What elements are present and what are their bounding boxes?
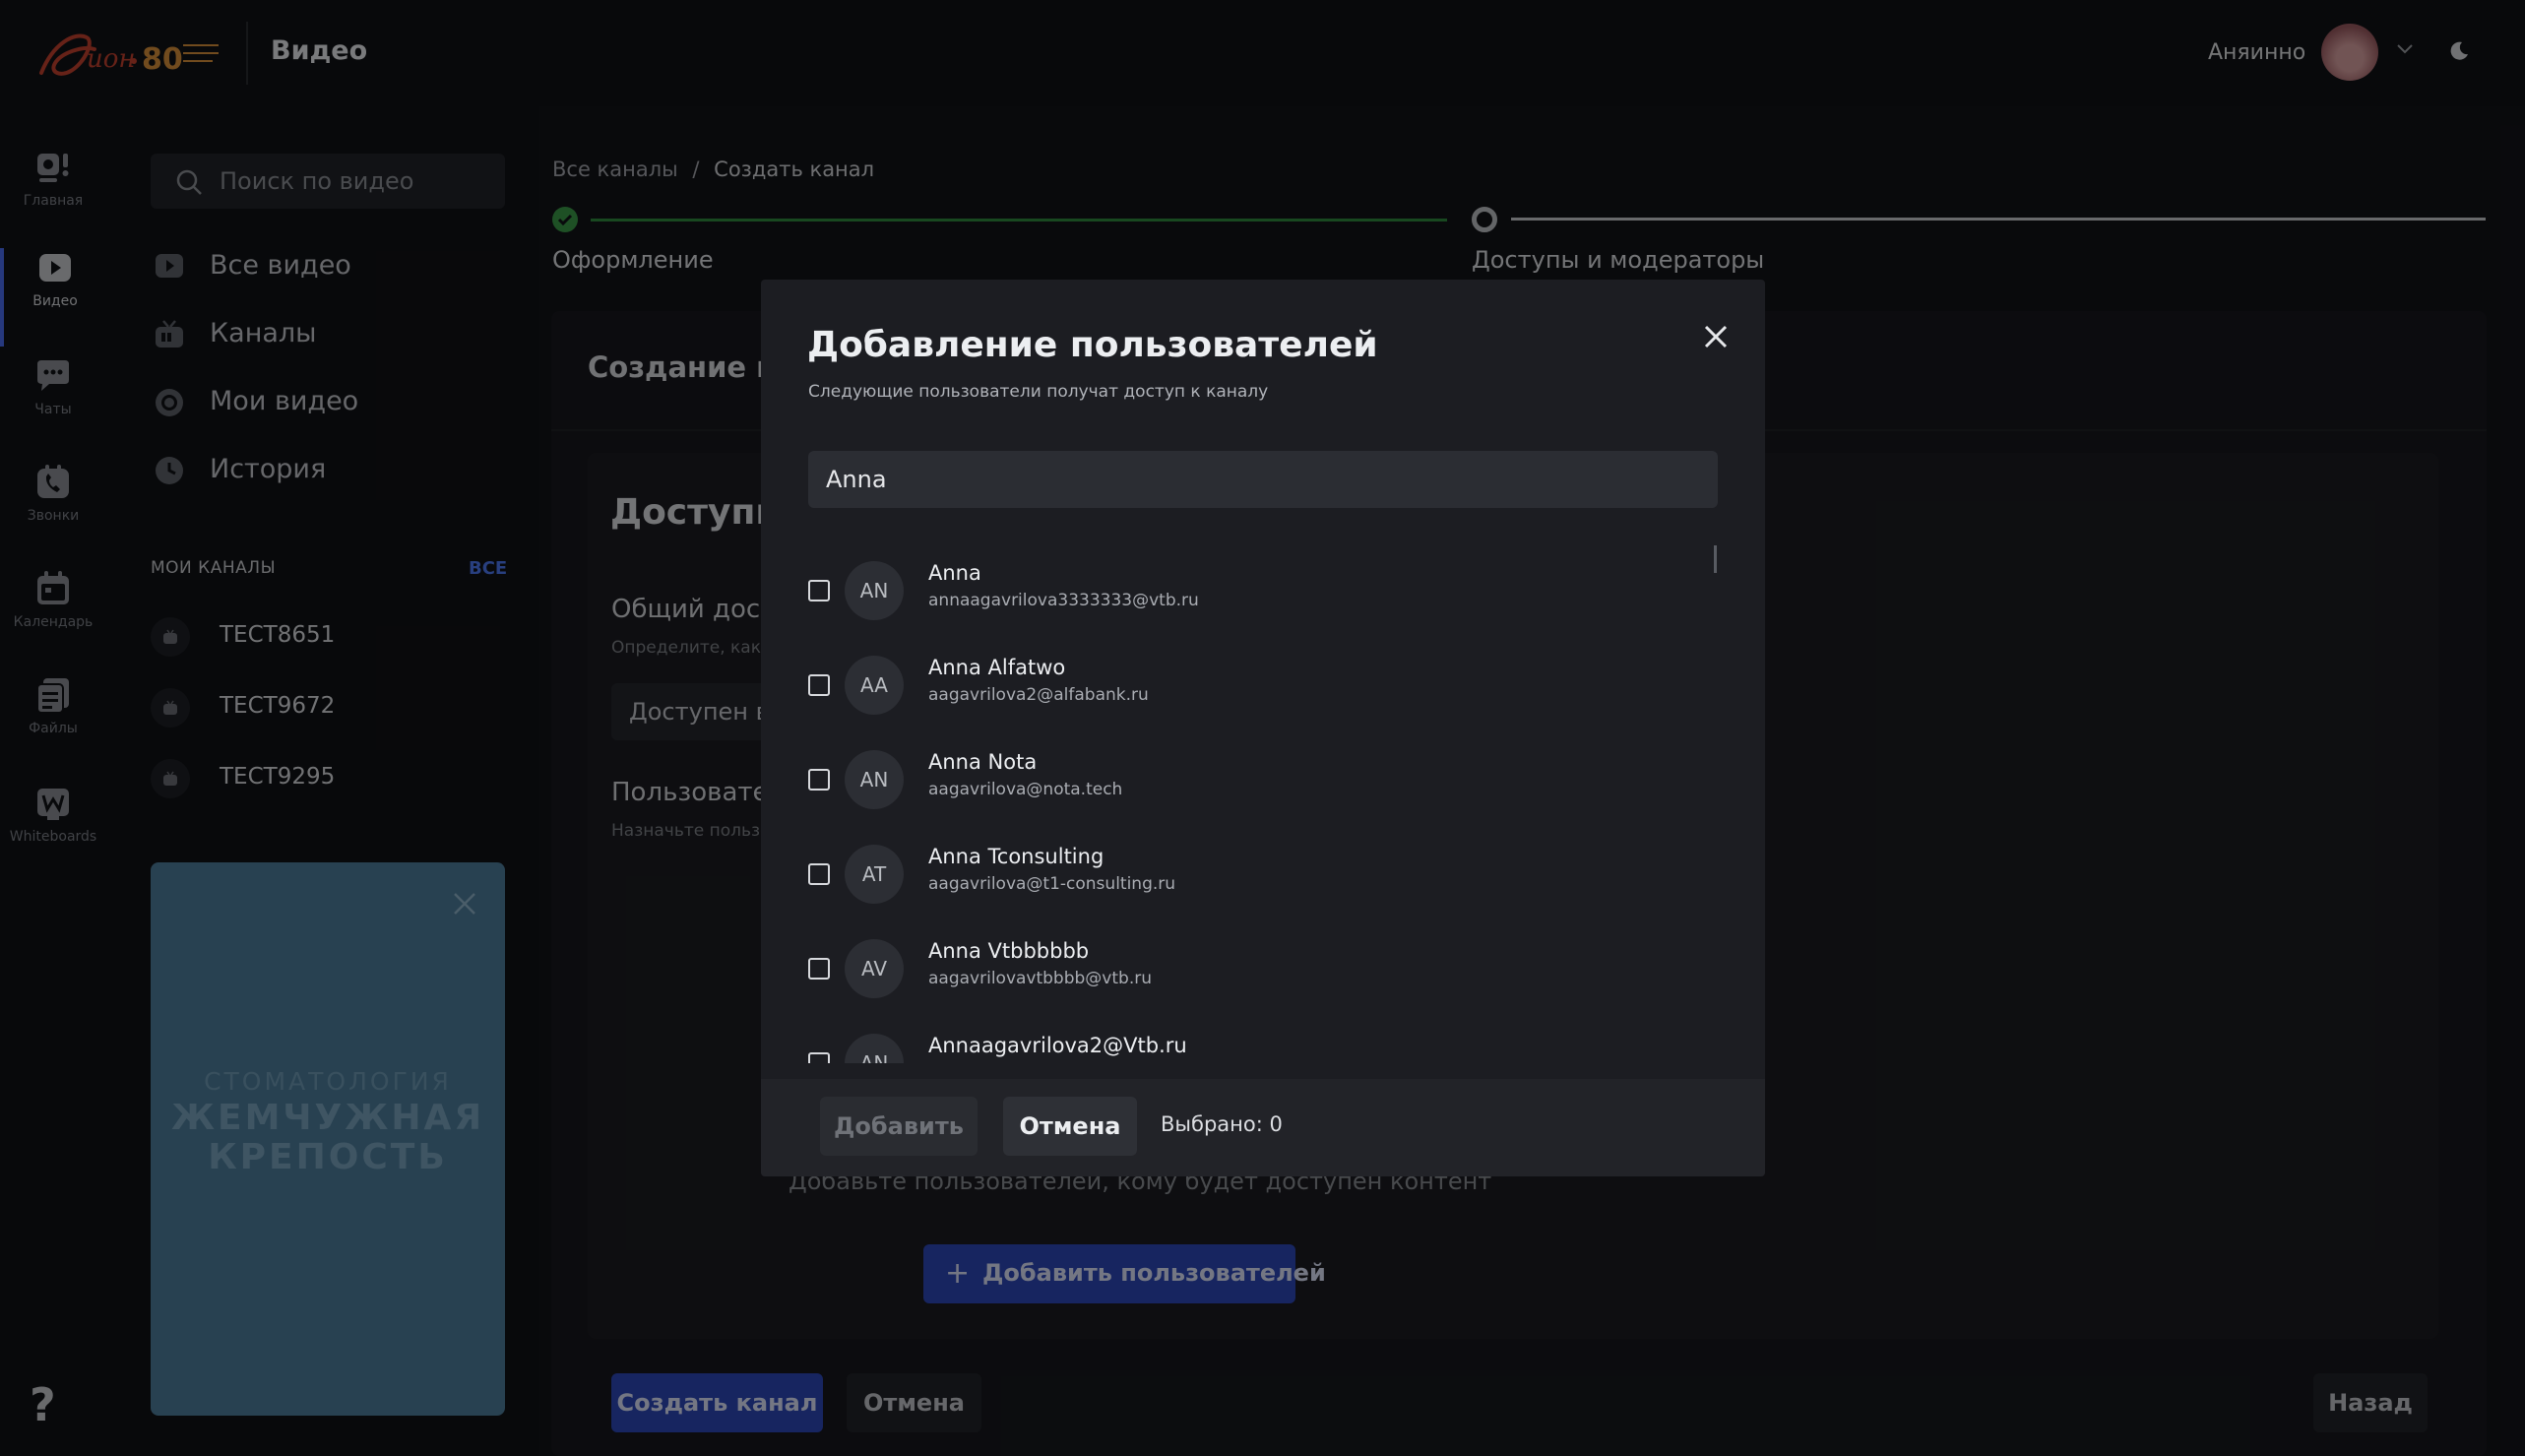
- avatar-initials: AN: [859, 1051, 889, 1063]
- user-name: Annaagavrilova2@Vtb.ru: [928, 1034, 1187, 1057]
- user-avatar: AN: [845, 750, 904, 809]
- avatar-initials: AN: [859, 579, 889, 602]
- user-name: Anna Alfatwo: [928, 656, 1066, 679]
- user-name: Anna: [928, 561, 981, 585]
- user-row[interactable]: AN Anna Nota aagavrilova@nota.tech: [761, 736, 1765, 831]
- user-avatar: AN: [845, 561, 904, 620]
- close-icon[interactable]: [1696, 317, 1736, 356]
- user-row[interactable]: AN Anna annaagavrilova3333333@vtb.ru: [761, 547, 1765, 642]
- user-checkbox[interactable]: [808, 863, 830, 885]
- user-email: aagavrilova@nota.tech: [928, 780, 1123, 799]
- modal-title: Добавление пользователей: [807, 325, 1378, 365]
- avatar-initials: AT: [861, 862, 887, 886]
- user-row[interactable]: AT Anna Tconsulting aagavrilova@t1-consu…: [761, 831, 1765, 925]
- user-row[interactable]: AV Anna Vtbbbbbb aagavrilovavtbbbb@vtb.r…: [761, 925, 1765, 1020]
- user-checkbox[interactable]: [808, 674, 830, 696]
- add-button[interactable]: Добавить: [820, 1097, 978, 1156]
- user-checkbox[interactable]: [808, 958, 830, 980]
- user-avatar: AT: [845, 845, 904, 904]
- add-users-modal: Добавление пользователей Следующие польз…: [761, 280, 1765, 1176]
- user-avatar: AV: [845, 939, 904, 998]
- button-label: Отмена: [1019, 1112, 1121, 1140]
- avatar-initials: AN: [859, 768, 889, 791]
- user-name: Anna Vtbbbbbb: [928, 939, 1090, 963]
- modal-subtitle: Следующие пользователи получат доступ к …: [808, 382, 1269, 402]
- user-row[interactable]: AA Anna Alfatwo aagavrilova2@alfabank.ru: [761, 642, 1765, 736]
- user-email: aagavrilova@t1-consulting.ru: [928, 874, 1176, 894]
- user-row[interactable]: AN Annaagavrilova2@Vtb.ru: [761, 1020, 1765, 1063]
- user-avatar: AA: [845, 656, 904, 715]
- user-avatar: AN: [845, 1034, 904, 1063]
- user-email: annaagavrilova3333333@vtb.ru: [928, 591, 1199, 610]
- search-value: Anna: [826, 466, 887, 493]
- user-list: AN Anna annaagavrilova3333333@vtb.ru AA …: [761, 534, 1765, 1063]
- user-checkbox[interactable]: [808, 580, 830, 601]
- avatar-initials: AA: [860, 673, 888, 697]
- button-label: Добавить: [834, 1112, 964, 1140]
- user-email: aagavrilova2@alfabank.ru: [928, 685, 1149, 705]
- user-name: Anna Tconsulting: [928, 845, 1105, 868]
- user-search-input[interactable]: Anna: [808, 451, 1718, 508]
- user-checkbox[interactable]: [808, 1052, 830, 1063]
- user-email: aagavrilovavtbbbb@vtb.ru: [928, 969, 1152, 988]
- avatar-initials: AV: [860, 957, 888, 981]
- user-name: Anna Nota: [928, 750, 1038, 774]
- cancel-button[interactable]: Отмена: [1003, 1097, 1137, 1156]
- selected-count: Выбрано: 0: [1161, 1112, 1283, 1136]
- user-checkbox[interactable]: [808, 769, 830, 791]
